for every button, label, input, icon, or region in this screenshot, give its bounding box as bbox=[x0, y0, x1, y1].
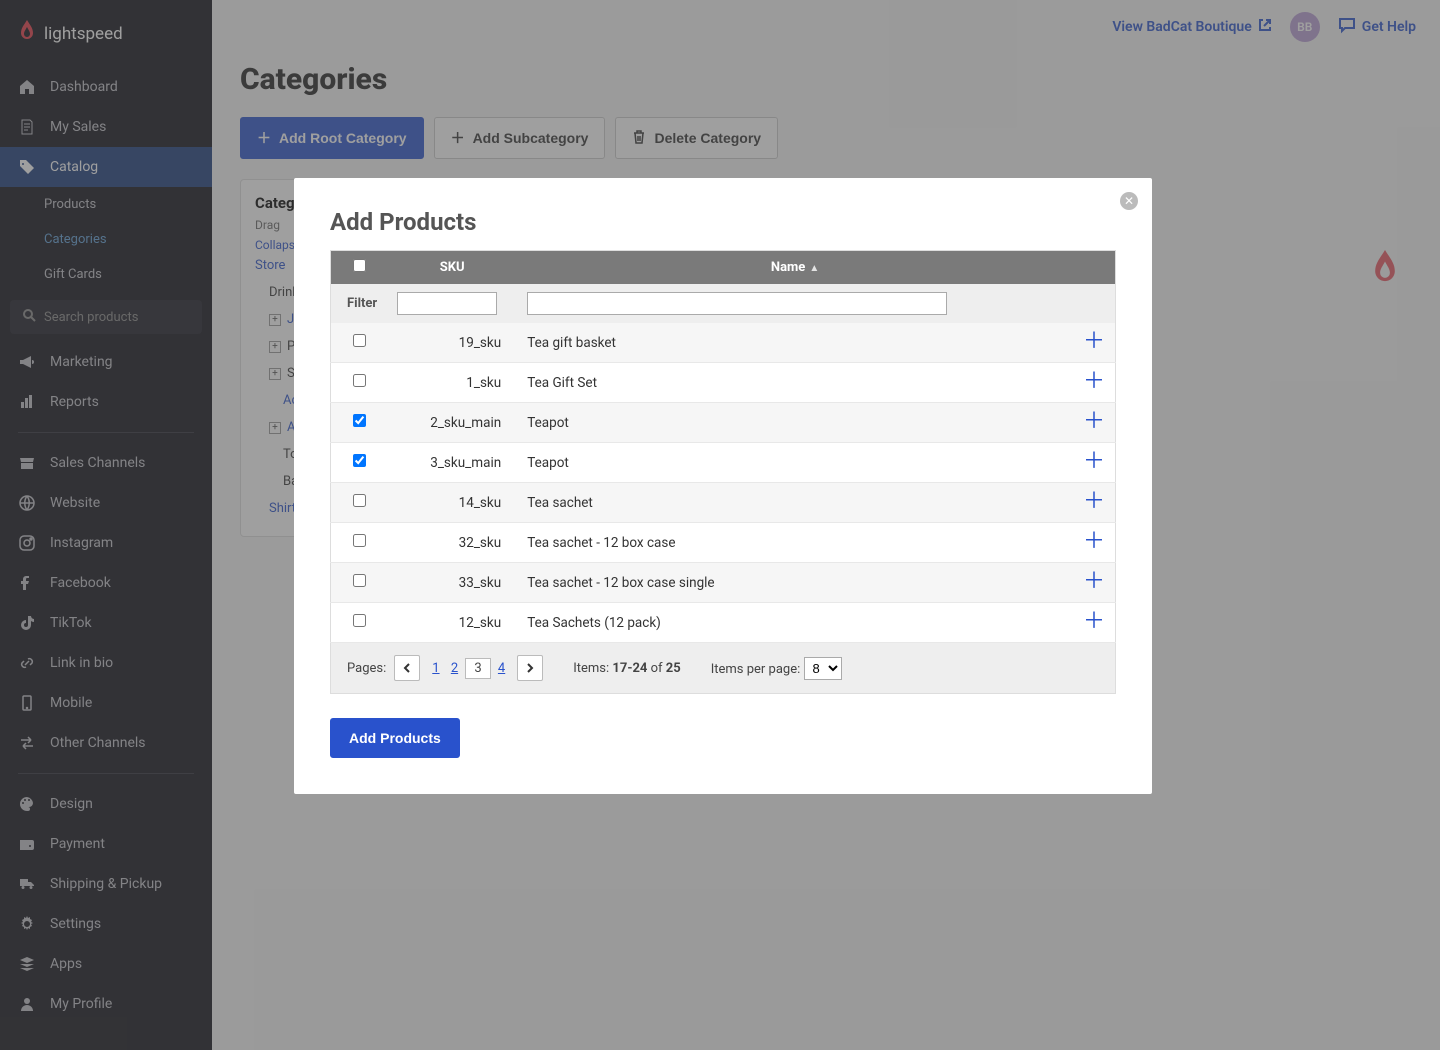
add-products-modal: ✕ Add Products SKU Name▲ Filter bbox=[294, 178, 1152, 794]
pages-label: Pages: bbox=[347, 661, 386, 676]
add-row-button[interactable]: ＋ bbox=[1083, 413, 1105, 431]
table-row: 1_skuTea Gift Set ＋ bbox=[331, 363, 1116, 403]
filter-label: Filter bbox=[331, 284, 388, 323]
row-name: Tea gift basket bbox=[517, 323, 1073, 363]
table-row: 33_skuTea sachet - 12 box case single ＋ bbox=[331, 563, 1116, 603]
modal-title: Add Products bbox=[330, 208, 1116, 236]
row-name: Tea sachet bbox=[517, 483, 1073, 523]
row-checkbox[interactable] bbox=[353, 374, 366, 387]
page-link[interactable]: 2 bbox=[447, 661, 462, 676]
next-page-button[interactable] bbox=[517, 655, 543, 681]
close-icon[interactable]: ✕ bbox=[1120, 192, 1138, 210]
table-row: 19_skuTea gift basket ＋ bbox=[331, 323, 1116, 363]
add-row-button[interactable]: ＋ bbox=[1083, 613, 1105, 631]
row-checkbox[interactable] bbox=[353, 454, 366, 467]
row-checkbox[interactable] bbox=[353, 494, 366, 507]
row-name: Tea Sachets (12 pack) bbox=[517, 603, 1073, 643]
prev-page-button[interactable] bbox=[394, 655, 420, 681]
table-row: 32_skuTea sachet - 12 box case ＋ bbox=[331, 523, 1116, 563]
add-row-button[interactable]: ＋ bbox=[1083, 373, 1105, 391]
row-sku: 32_sku bbox=[387, 523, 517, 563]
table-row: 14_skuTea sachet ＋ bbox=[331, 483, 1116, 523]
row-checkbox[interactable] bbox=[353, 574, 366, 587]
row-checkbox[interactable] bbox=[353, 614, 366, 627]
sort-asc-icon: ▲ bbox=[809, 263, 819, 274]
page-link[interactable]: 1 bbox=[428, 661, 443, 676]
page-link[interactable]: 4 bbox=[494, 661, 509, 676]
add-row-button[interactable]: ＋ bbox=[1083, 493, 1105, 511]
add-products-submit-button[interactable]: Add Products bbox=[330, 718, 460, 758]
current-page: 3 bbox=[465, 658, 490, 679]
products-table: SKU Name▲ Filter 19_skuTea gift basket＋1… bbox=[330, 250, 1116, 643]
sku-column-header[interactable]: SKU bbox=[387, 251, 517, 285]
row-sku: 14_sku bbox=[387, 483, 517, 523]
row-name: Tea sachet - 12 box case bbox=[517, 523, 1073, 563]
add-row-button[interactable]: ＋ bbox=[1083, 533, 1105, 551]
table-row: 12_skuTea Sachets (12 pack) ＋ bbox=[331, 603, 1116, 643]
row-sku: 3_sku_main bbox=[387, 443, 517, 483]
row-sku: 2_sku_main bbox=[387, 403, 517, 443]
add-row-button[interactable]: ＋ bbox=[1083, 333, 1105, 351]
row-checkbox[interactable] bbox=[353, 334, 366, 347]
row-name: Tea sachet - 12 box case single bbox=[517, 563, 1073, 603]
name-column-header[interactable]: Name▲ bbox=[517, 251, 1073, 285]
row-sku: 19_sku bbox=[387, 323, 517, 363]
row-sku: 33_sku bbox=[387, 563, 517, 603]
row-sku: 1_sku bbox=[387, 363, 517, 403]
sku-filter-input[interactable] bbox=[397, 292, 497, 315]
name-filter-input[interactable] bbox=[527, 292, 947, 315]
add-row-button[interactable]: ＋ bbox=[1083, 573, 1105, 591]
table-row: 3_sku_mainTeapot ＋ bbox=[331, 443, 1116, 483]
table-row: 2_sku_mainTeapot ＋ bbox=[331, 403, 1116, 443]
row-name: Teapot bbox=[517, 443, 1073, 483]
items-per-page-select[interactable]: 8 bbox=[804, 657, 842, 680]
select-all-header bbox=[331, 251, 388, 285]
add-row-button[interactable]: ＋ bbox=[1083, 453, 1105, 471]
select-all-checkbox[interactable] bbox=[353, 259, 366, 272]
row-checkbox[interactable] bbox=[353, 414, 366, 427]
row-name: Teapot bbox=[517, 403, 1073, 443]
pagination: Pages: 1 2 3 4 Items: 17-24 of 25 Items … bbox=[330, 643, 1116, 694]
row-sku: 12_sku bbox=[387, 603, 517, 643]
row-name: Tea Gift Set bbox=[517, 363, 1073, 403]
row-checkbox[interactable] bbox=[353, 534, 366, 547]
